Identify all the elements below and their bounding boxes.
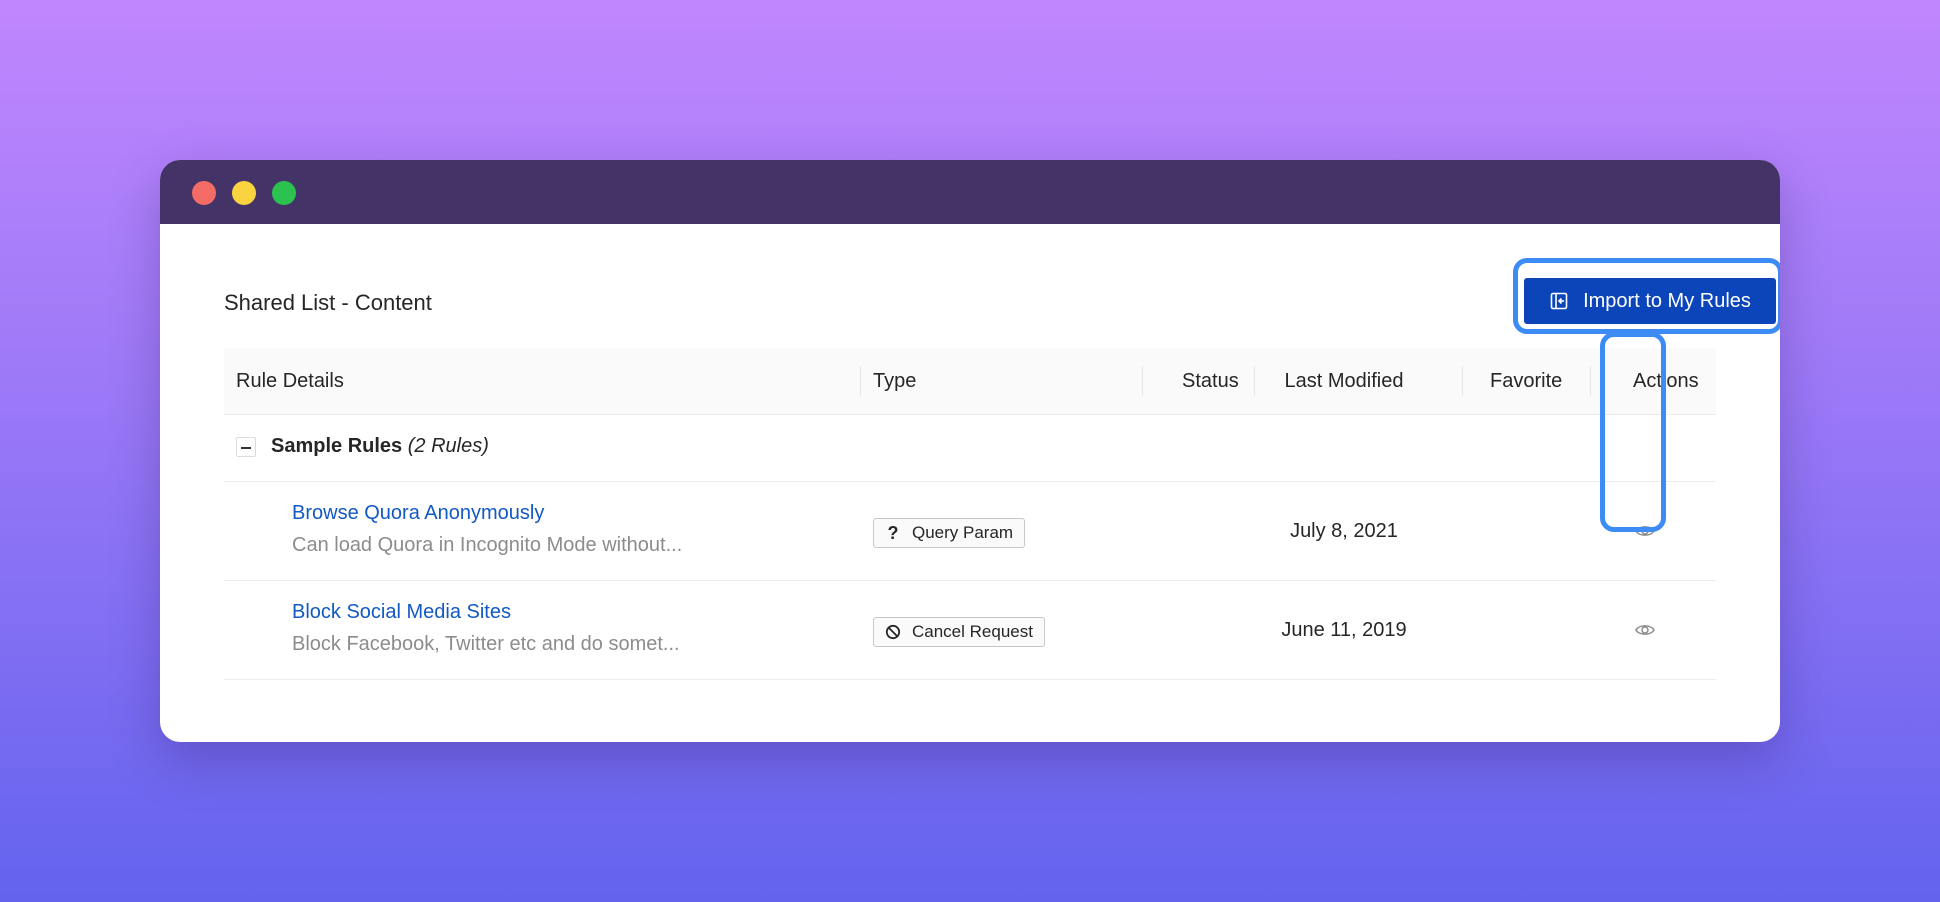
rule-description: Block Facebook, Twitter etc and do somet… — [292, 633, 680, 655]
rule-type-tag: ? Query Param — [873, 518, 1026, 548]
minimize-window-button[interactable] — [232, 181, 256, 205]
table-header: Rule Details Type Status Last Modified F… — [224, 348, 1716, 415]
rule-type-tag: Cancel Request — [873, 617, 1045, 647]
page-title: Shared List - Content — [224, 290, 432, 315]
column-actions[interactable]: Actions — [1633, 348, 1699, 414]
column-divider — [1590, 366, 1591, 396]
eye-icon[interactable] — [1634, 619, 1656, 641]
table-row: Browse Quora Anonymously Can load Quora … — [224, 482, 1716, 581]
last-modified-date: June 11, 2019 — [1281, 619, 1407, 641]
rule-type-label: Cancel Request — [912, 622, 1033, 641]
app-window: Shared List - Content Import to My Rules… — [160, 160, 1780, 742]
last-modified-date: July 8, 2021 — [1290, 520, 1398, 542]
import-to-my-rules-button[interactable]: Import to My Rules — [1524, 278, 1776, 324]
group-row-sample-rules: Sample Rules (2 Rules) — [224, 415, 1716, 482]
minus-icon[interactable] — [236, 437, 256, 457]
rule-type-label: Query Param — [912, 523, 1014, 542]
rules-table: Rule Details Type Status Last Modified F… — [224, 348, 1716, 680]
rule-name-link[interactable]: Block Social Media Sites — [292, 601, 511, 624]
group-label: Sample Rules (2 Rules) — [271, 435, 489, 458]
eye-icon[interactable] — [1634, 520, 1656, 542]
rule-name-link[interactable]: Browse Quora Anonymously — [292, 502, 544, 525]
column-rule-details[interactable]: Rule Details — [236, 348, 344, 414]
window-titlebar — [160, 160, 1780, 224]
column-divider — [1462, 366, 1463, 396]
column-last-modified[interactable]: Last Modified — [1254, 348, 1434, 414]
import-button-label: Import to My Rules — [1583, 289, 1751, 312]
question-icon: ? — [887, 522, 899, 543]
table-row: Block Social Media Sites Block Facebook,… — [224, 581, 1716, 680]
group-name: Sample Rules — [271, 435, 403, 457]
rule-description: Can load Quora in Incognito Mode without… — [292, 534, 683, 556]
column-divider — [1142, 366, 1143, 396]
column-divider — [860, 366, 861, 396]
close-window-button[interactable] — [192, 181, 216, 205]
group-count: (2 Rules) — [407, 435, 489, 457]
import-icon — [1549, 291, 1569, 311]
column-favorite[interactable]: Favorite — [1490, 348, 1562, 414]
block-icon — [884, 623, 902, 641]
column-type[interactable]: Type — [873, 348, 916, 414]
column-status[interactable]: Status — [1182, 348, 1239, 414]
maximize-window-button[interactable] — [272, 181, 296, 205]
